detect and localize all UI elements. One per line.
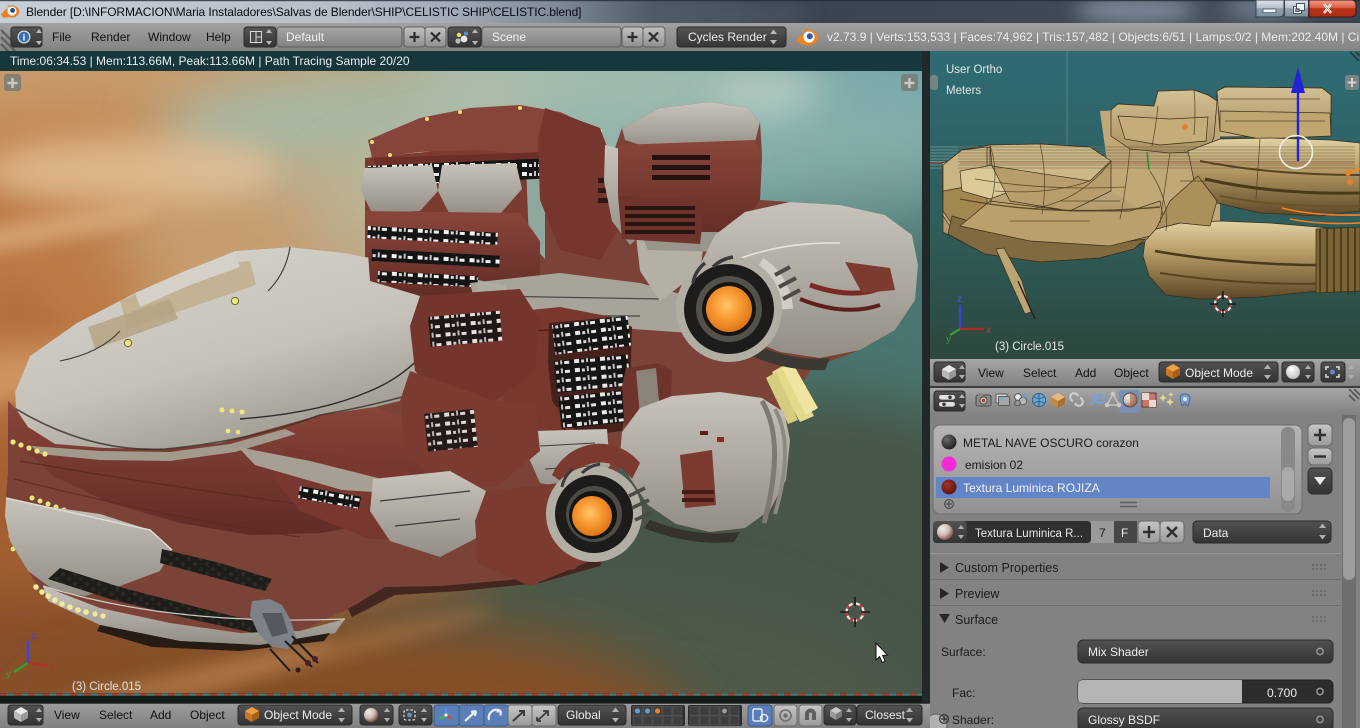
svg-text:y: y: [946, 334, 951, 345]
svg-text:Select: Select: [99, 708, 133, 722]
svg-text:Meters: Meters: [946, 85, 981, 97]
svg-text:Global: Global: [566, 708, 601, 722]
svg-text:Fac:: Fac:: [952, 686, 975, 700]
svg-text:emision 02: emision 02: [965, 458, 1023, 472]
svg-text:Closest: Closest: [865, 708, 906, 722]
svg-text:Surface:: Surface:: [941, 645, 986, 659]
svg-text:Preview: Preview: [955, 587, 1000, 601]
svg-text:0.700: 0.700: [1267, 686, 1297, 700]
svg-text:Object: Object: [190, 708, 225, 722]
svg-text:Select: Select: [1023, 366, 1057, 380]
svg-text:Surface: Surface: [955, 613, 998, 627]
svg-text:Data: Data: [1203, 526, 1229, 540]
svg-text:Cycles Render: Cycles Render: [688, 30, 767, 44]
svg-text:(3) Circle.015: (3) Circle.015: [72, 681, 141, 693]
svg-text:7: 7: [1099, 526, 1106, 540]
svg-text:Custom Properties: Custom Properties: [955, 561, 1059, 575]
svg-text:Object: Object: [1114, 366, 1149, 380]
svg-text:F: F: [1121, 526, 1128, 540]
svg-text:METAL NAVE OSCURO corazon: METAL NAVE OSCURO corazon: [963, 436, 1139, 450]
svg-text:Add: Add: [1075, 366, 1096, 380]
svg-text:View: View: [978, 366, 1004, 380]
svg-text:i: i: [23, 33, 26, 44]
svg-text:Default: Default: [286, 30, 325, 44]
svg-text:x: x: [50, 662, 55, 673]
svg-text:Textura Luminica ROJIZA: Textura Luminica ROJIZA: [963, 481, 1100, 495]
svg-text:v2.73.9 | Verts:153,533 | Face: v2.73.9 | Verts:153,533 | Faces:74,962 |…: [827, 30, 1360, 44]
svg-text:Object Mode: Object Mode: [1185, 366, 1253, 380]
svg-text:Textura Luminica R...: Textura Luminica R...: [975, 528, 1083, 540]
svg-text:Object Mode: Object Mode: [264, 708, 332, 722]
svg-text:(3) Circle.015: (3) Circle.015: [995, 341, 1064, 353]
svg-text:View: View: [54, 708, 80, 722]
svg-text:z: z: [31, 631, 36, 642]
svg-text:x: x: [986, 325, 991, 336]
svg-text:z: z: [957, 294, 962, 305]
svg-text:y: y: [6, 669, 11, 680]
svg-text:Mix Shader: Mix Shader: [1088, 645, 1149, 659]
svg-text:User Ortho: User Ortho: [946, 64, 1002, 76]
svg-text:Add: Add: [150, 708, 171, 722]
svg-text:Shader:: Shader:: [952, 713, 994, 727]
svg-text:Scene: Scene: [492, 30, 526, 44]
svg-text:Glossy BSDF: Glossy BSDF: [1088, 713, 1160, 727]
